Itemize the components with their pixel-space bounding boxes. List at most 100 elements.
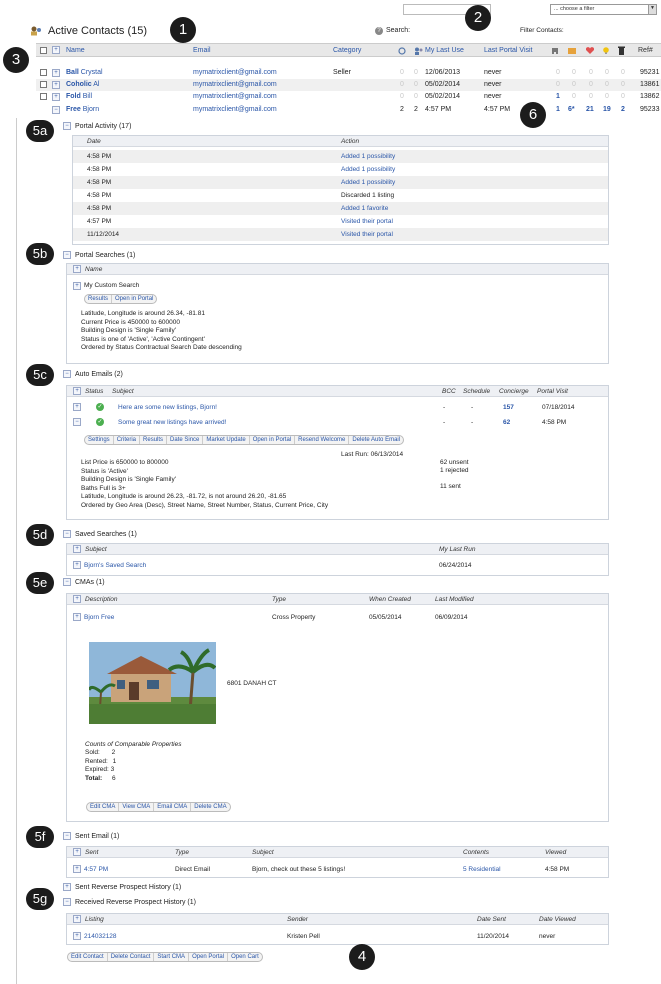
collapse-icon[interactable]: − (73, 418, 81, 426)
num-cart[interactable]: 1 (556, 93, 560, 100)
criteria-button[interactable]: Criteria (114, 436, 141, 444)
collapse-icon[interactable]: − (63, 898, 71, 906)
col-ref[interactable]: Ref# (638, 47, 653, 54)
date-since-button[interactable]: Date Since (167, 436, 204, 444)
collapse-icon[interactable]: − (52, 106, 60, 114)
expand-icon[interactable]: + (73, 613, 81, 621)
auto-email-row[interactable]: − ✓ Some great new listings have arrived… (67, 416, 608, 429)
col-name[interactable]: Name (66, 47, 85, 54)
num-cart[interactable]: 1 (556, 106, 560, 113)
expand-icon[interactable]: + (73, 403, 81, 411)
count-2: 2 (414, 106, 418, 113)
refresh-icon[interactable] (398, 47, 406, 55)
delete-auto-email-button[interactable]: Delete Auto Email (349, 436, 403, 444)
collapse-icon[interactable]: − (63, 370, 71, 378)
num-bulb[interactable]: 19 (603, 106, 611, 113)
email-cma-button[interactable]: Email CMA (154, 803, 192, 811)
expand-icon[interactable]: + (73, 932, 81, 940)
open-in-portal-button[interactable]: Open in Portal (250, 436, 296, 444)
delete-cma-button[interactable]: Delete CMA (191, 803, 229, 811)
num-folder: 0 (572, 69, 576, 76)
contact-name[interactable]: Coholic Al (66, 81, 99, 88)
saved-search-row[interactable]: + Bjorn's Saved Search 06/24/2014 (67, 559, 608, 572)
open-portal-button[interactable]: Open Portal (189, 953, 229, 961)
sent-email-row[interactable]: + 4:57 PM Direct Email Bjorn, check out th… (67, 863, 608, 876)
row-checkbox[interactable] (40, 81, 47, 88)
contact-name[interactable]: Free Bjorn (66, 106, 99, 113)
contact-email[interactable]: mymatrixclient@gmail.com (193, 106, 277, 113)
expand-icon[interactable]: + (52, 69, 60, 77)
table-header: + Listing Sender Date Sent Date Viewed (67, 914, 608, 925)
last-run: Last Run: 06/13/2014 (341, 451, 404, 458)
collapse-icon[interactable]: − (63, 122, 71, 130)
property-photo (89, 642, 216, 724)
auto-email-row[interactable]: + ✓ Here are some new listings, Bjorn! -… (67, 401, 608, 414)
portal-activity-panel: Date Action 4:58 PM Added 1 possibility 4:… (72, 135, 609, 245)
chevron-down-icon: ▼ (648, 5, 656, 14)
col-email[interactable]: Email (193, 47, 211, 54)
collapse-icon[interactable]: − (63, 530, 71, 538)
reverse-prospect-row[interactable]: + 214032128 Kristen Pell 11/20/2014 never (67, 930, 608, 943)
expand-icon[interactable]: + (52, 81, 60, 89)
select-all-checkbox[interactable] (40, 47, 47, 54)
resend-welcome-button[interactable]: Resend Welcome (295, 436, 350, 444)
view-cma-button[interactable]: View CMA (119, 803, 155, 811)
folder-icon (568, 48, 576, 54)
collapse-icon[interactable]: − (63, 578, 71, 586)
callout-badge: 2 (465, 5, 491, 31)
table-header: + Status Subject BCC Schedule Concierge Por… (67, 386, 608, 397)
col-category[interactable]: Category (333, 47, 361, 54)
results-button[interactable]: Results (85, 295, 113, 303)
row-checkbox[interactable] (40, 69, 47, 76)
contact-row[interactable]: + Ball Crystal mymatrixclient@gmail.com … (36, 67, 661, 79)
num-trash: 0 (621, 81, 625, 88)
filter-select[interactable]: ... choose a filter ▼ (550, 4, 657, 15)
rejected-link[interactable]: 1 rejected (440, 467, 469, 476)
expand-icon[interactable]: + (63, 883, 71, 891)
open-cart-button[interactable]: Open Cart (228, 953, 262, 961)
auto-email-criteria: List Price is 650000 to 800000 Status is … (81, 459, 329, 509)
market-update-button[interactable]: Market Update (203, 436, 250, 444)
num-heart[interactable]: 21 (586, 106, 594, 113)
expand-icon[interactable]: + (52, 93, 60, 101)
expand-icon[interactable]: + (73, 865, 81, 873)
contact-row[interactable]: + Coholic Al mymatrixclient@gmail.com 0 … (36, 79, 661, 91)
num-folder[interactable]: 6* (568, 106, 575, 113)
expand-icon[interactable]: + (73, 561, 81, 569)
delete-contact-button[interactable]: Delete Contact (108, 953, 155, 961)
callout-badge: 5c (26, 364, 54, 386)
row-checkbox[interactable] (40, 93, 47, 100)
contact-name[interactable]: Fold Bill (66, 93, 92, 100)
callout-badge: 3 (3, 47, 29, 73)
count-1: 0 (400, 81, 404, 88)
col-last-use[interactable]: My Last Use (425, 47, 464, 54)
last-visit: never (484, 81, 502, 88)
expand-all-icon[interactable]: + (52, 46, 60, 54)
start-cma-button[interactable]: Start CMA (154, 953, 190, 961)
results-button[interactable]: Results (140, 436, 168, 444)
edit-contact-button[interactable]: Edit Contact (68, 953, 108, 961)
cma-row[interactable]: + Bjorn Free Cross Property 05/05/2014 06/0… (67, 611, 608, 624)
settings-button[interactable]: Settings (85, 436, 114, 444)
sent-link[interactable]: 11 sent (440, 483, 461, 492)
contact-row-expanded[interactable]: − Free Bjorn mymatrixclient@gmail.com 2 … (36, 104, 661, 117)
contact-row[interactable]: + Fold Bill mymatrixclient@gmail.com 0 0… (36, 91, 661, 103)
open-in-portal-button[interactable]: Open in Portal (112, 295, 156, 303)
contact-email[interactable]: mymatrixclient@gmail.com (193, 69, 277, 76)
expand-icon[interactable]: + (73, 282, 81, 290)
collapse-icon[interactable]: − (63, 251, 71, 259)
filter-label: Filter Contacts: (520, 27, 564, 34)
contact-email[interactable]: mymatrixclient@gmail.com (193, 81, 277, 88)
contact-name[interactable]: Ball Crystal (66, 69, 103, 76)
count-2: 0 (414, 69, 418, 76)
last-use: 12/06/2013 (425, 69, 461, 76)
edit-cma-button[interactable]: Edit CMA (87, 803, 120, 811)
num-trash[interactable]: 2 (621, 106, 625, 113)
ref-number: 13862 (640, 93, 660, 100)
col-last-visit[interactable]: Last Portal Visit (484, 47, 533, 54)
collapse-icon[interactable]: − (63, 832, 71, 840)
contact-email[interactable]: mymatrixclient@gmail.com (193, 93, 277, 100)
section-title: Portal Activity (17) (75, 123, 132, 130)
help-icon[interactable]: ? (375, 27, 383, 35)
portal-search-name[interactable]: My Custom Search (84, 282, 139, 291)
